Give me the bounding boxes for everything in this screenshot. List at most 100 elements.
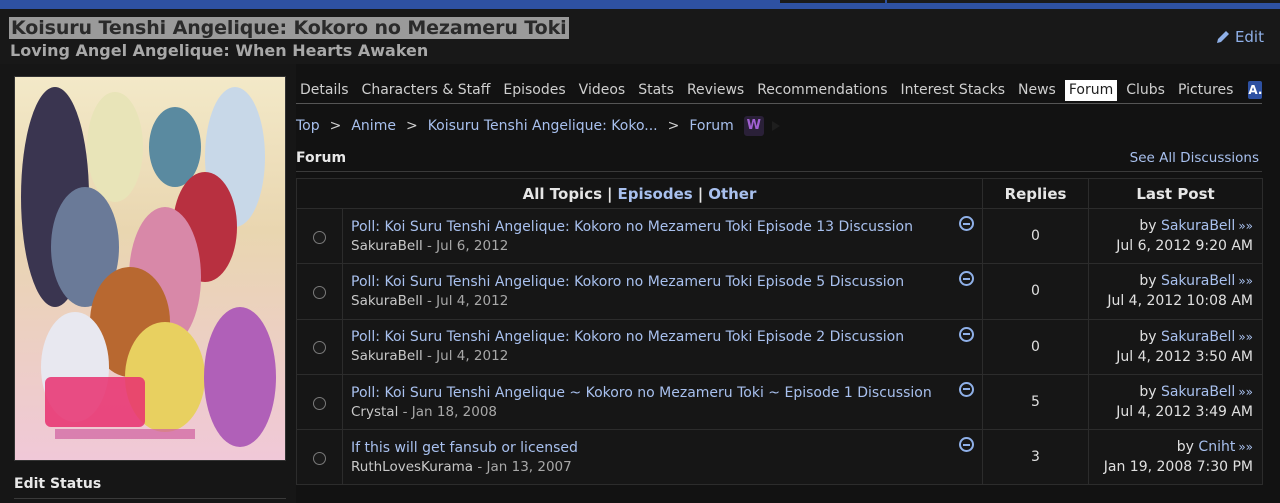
topic-title-link[interactable]: Poll: Koi Suru Tenshi Angelique: Kokoro … [351,272,974,292]
topic-meta: RuthLovesKurama - Jan 13, 2007 [351,458,974,477]
breadcrumb-anime[interactable]: Anime [351,118,396,134]
anime-poster[interactable] [14,76,286,461]
breadcrumb: Top > Anime > Koisuru Tenshi Angelique: … [296,116,780,136]
last-post-date: Jan 19, 2008 7:30 PM [1103,459,1254,476]
topic-filters: All Topics | Episodes | Other [295,178,984,209]
meta-separator: - [427,292,432,309]
topic-radio[interactable] [313,230,326,244]
by-prefix: by [1139,273,1157,290]
divider [14,498,286,499]
replies-count: 0 [982,318,1090,375]
topic-date: Jul 6, 2012 [436,237,509,254]
edit-status-heading[interactable]: Edit Status [14,476,101,492]
by-prefix: by [1176,439,1194,456]
jump-arrows-icon[interactable]: »» [1238,274,1253,288]
meta-separator: - [427,237,432,254]
edit-button[interactable]: Edit [1216,28,1264,46]
replies-count: 0 [982,207,1090,265]
tab-interest-stacks[interactable]: Interest Stacks [897,80,1009,101]
topic-title-link[interactable]: Poll: Koi Suru Tenshi Angelique ~ Kokoro… [351,383,974,403]
last-post-date: Jul 4, 2012 10:08 AM [1107,293,1254,310]
topic-meta: Crystal - Jan 18, 2008 [351,403,974,422]
see-all-discussions-link[interactable]: See All Discussions [1130,150,1259,166]
page-title: Koisuru Tenshi Angelique: Kokoro no Meza… [9,17,569,39]
last-post-author[interactable]: SakuraBell [1161,273,1235,289]
last-post: by SakuraBell»» Jul 4, 2012 3:50 AM [1088,318,1264,375]
tab-details[interactable]: Details [296,80,353,101]
jump-arrows-icon[interactable]: »» [1238,440,1253,454]
mal-a-icon[interactable]: A. [1248,81,1263,99]
top-bar-segment [780,0,885,3]
breadcrumb-separator: > [329,118,342,134]
tab-reviews[interactable]: Reviews [683,80,748,101]
tab-news[interactable]: News [1014,80,1060,101]
topic-meta: SakuraBell - Jul 4, 2012 [351,347,974,366]
filter-episodes[interactable]: Episodes [618,185,693,203]
topic-author[interactable]: SakuraBell [351,348,423,364]
tab-characters-staff[interactable]: Characters & Staff [358,80,495,101]
topic-title-link[interactable]: Poll: Koi Suru Tenshi Angelique: Kokoro … [351,327,974,347]
play-icon[interactable] [771,121,780,131]
replies-count: 5 [982,373,1090,431]
filter-other[interactable]: Other [708,185,756,203]
collapse-minus-icon[interactable] [959,381,975,397]
topic-author[interactable]: SakuraBell [351,238,423,254]
last-post-column-header: Last Post [1088,178,1264,209]
replies-count: 0 [982,263,1090,320]
jump-arrows-icon[interactable]: »» [1238,385,1253,399]
collapse-minus-icon[interactable] [959,326,975,342]
topic-radio[interactable] [313,341,326,355]
last-post-author[interactable]: SakuraBell [1161,218,1235,234]
meta-separator: - [427,348,432,365]
topic-title-link[interactable]: If this will get fansub or licensed [351,438,974,458]
edit-label: Edit [1234,28,1264,46]
topic-meta: SakuraBell - Jul 4, 2012 [351,292,974,311]
w-logo-icon[interactable]: W [743,116,764,136]
last-post-date: Jul 4, 2012 3:50 AM [1116,348,1254,365]
jump-arrows-icon[interactable]: »» [1238,330,1253,344]
english-title: Loving Angel Angelique: When Hearts Awak… [10,41,429,60]
pencil-icon [1216,31,1229,43]
table-row: Poll: Koi Suru Tenshi Angelique ~ Kokoro… [296,373,1264,431]
topic-author[interactable]: Crystal [351,404,398,420]
filter-separator: | [697,184,704,203]
filter-all-topics[interactable]: All Topics [523,185,602,203]
tab-forum[interactable]: Forum [1064,79,1118,101]
topic-radio[interactable] [313,396,326,410]
table-row: Poll: Koi Suru Tenshi Angelique: Kokoro … [296,318,1264,375]
table-row: Poll: Koi Suru Tenshi Angelique: Kokoro … [296,207,1264,265]
table-row: If this will get fansub or licensed Ruth… [296,429,1264,486]
breadcrumb-separator: > [667,118,680,134]
breadcrumb-top[interactable]: Top [296,118,320,134]
breadcrumb-separator: > [405,118,418,134]
jump-arrows-icon[interactable]: »» [1238,219,1253,233]
topic-author[interactable]: RuthLovesKurama [351,459,473,475]
tab-pictures[interactable]: Pictures [1174,80,1237,101]
last-post-author[interactable]: SakuraBell [1161,329,1235,345]
replies-count: 3 [982,429,1090,486]
topic-author[interactable]: SakuraBell [351,293,423,309]
last-post: by SakuraBell»» Jul 6, 2012 9:20 AM [1088,207,1264,265]
topic-radio[interactable] [313,285,326,299]
breadcrumb-forum[interactable]: Forum [689,118,733,134]
topic-title-link[interactable]: Poll: Koi Suru Tenshi Angelique: Kokoro … [351,217,974,237]
tab-stats[interactable]: Stats [634,80,678,101]
divider [296,171,1262,172]
collapse-minus-icon[interactable] [959,216,975,231]
tab-episodes[interactable]: Episodes [499,80,569,101]
last-post-author[interactable]: SakuraBell [1161,384,1235,400]
table-row: Poll: Koi Suru Tenshi Angelique: Kokoro … [296,263,1264,320]
last-post: by SakuraBell»» Jul 4, 2012 10:08 AM [1088,263,1264,320]
last-post: by SakuraBell»» Jul 4, 2012 3:49 AM [1088,373,1264,431]
last-post-author[interactable]: Cniht [1198,439,1235,455]
by-prefix: by [1139,384,1157,401]
tab-clubs[interactable]: Clubs [1122,80,1169,101]
topic-date: Jan 13, 2007 [486,458,572,475]
topic-date: Jan 18, 2008 [411,403,498,420]
tab-recommendations[interactable]: Recommendations [753,80,891,101]
tab-videos[interactable]: Videos [575,80,630,101]
topic-radio[interactable] [313,451,326,465]
filter-separator: | [607,184,613,203]
left-sidebar: Edit Status [0,64,296,503]
breadcrumb-title[interactable]: Koisuru Tenshi Angelique: Koko... [428,118,658,134]
